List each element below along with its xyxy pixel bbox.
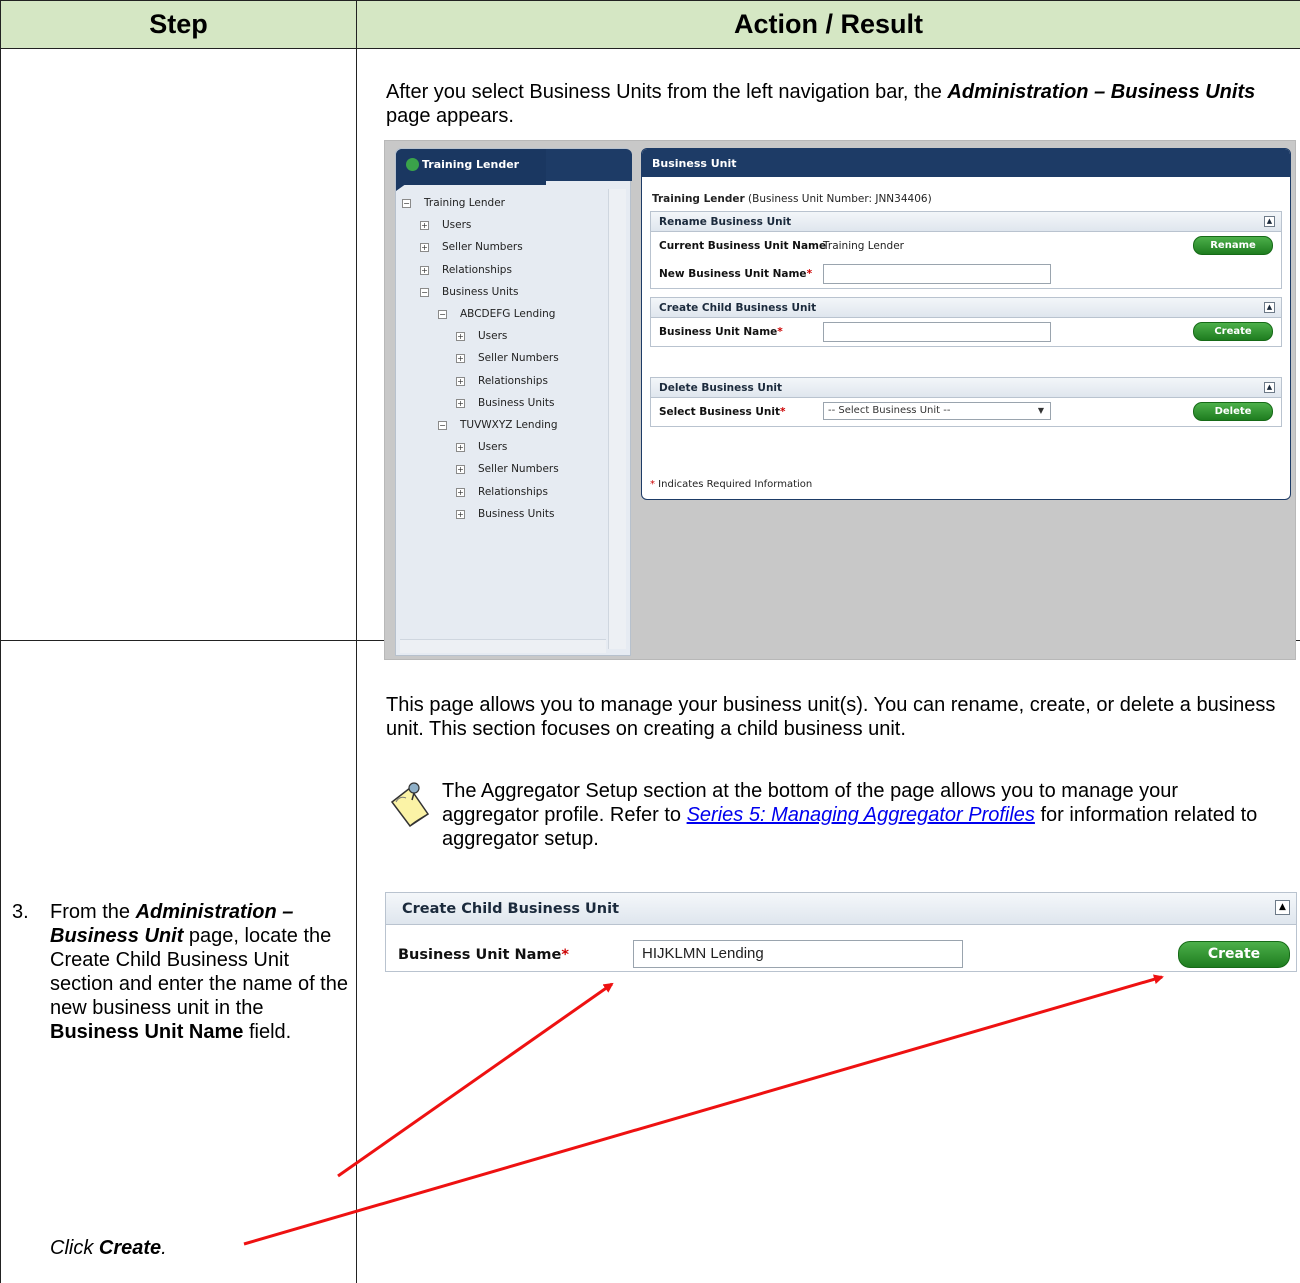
tree-item-label: Users xyxy=(442,219,471,231)
step-3-number: 3. xyxy=(12,900,29,924)
action-column-header: Action / Result xyxy=(357,1,1300,49)
expand-icon[interactable]: + xyxy=(456,332,465,341)
tree-item[interactable]: − ABCDEFG Lending xyxy=(438,308,555,320)
collapse-icon[interactable]: ▲ xyxy=(1275,900,1290,915)
step-column-header: Step xyxy=(1,1,357,49)
tree-item[interactable]: − TUVWXYZ Lending xyxy=(438,419,557,431)
business-unit-select[interactable]: -- Select Business Unit --▼ xyxy=(823,402,1051,420)
collapse-icon[interactable]: ▲ xyxy=(1264,216,1275,227)
step-3-instructions: From the Administration – Business Unit … xyxy=(50,900,350,1044)
tree-item[interactable]: + Business Units xyxy=(456,397,554,409)
expand-icon[interactable]: + xyxy=(456,465,465,474)
tree-item-label: Business Units xyxy=(442,286,518,298)
tree-item[interactable]: + Seller Numbers xyxy=(456,352,559,364)
current-name-label: Current Business Unit Name xyxy=(659,240,826,252)
tree-item-label: Relationships xyxy=(478,486,548,498)
delete-section-heading: Delete Business Unit xyxy=(659,382,782,394)
tree-item[interactable]: + Seller Numbers xyxy=(456,463,559,475)
tree-item-label: Seller Numbers xyxy=(478,352,559,364)
expand-icon[interactable]: + xyxy=(456,399,465,408)
step-cell-empty xyxy=(1,49,357,641)
tree-item-label: Users xyxy=(478,330,507,342)
create-child-screenshot: Create Child Business Unit ▲ Business Un… xyxy=(385,892,1297,972)
intro-paragraph: After you select Business Units from the… xyxy=(386,80,1281,128)
collapse-icon[interactable]: − xyxy=(438,310,447,319)
business-unit-panel: Business Unit Training Lender (Business … xyxy=(641,148,1291,500)
tree-item[interactable]: − Training Lender xyxy=(402,197,505,209)
tree-item[interactable]: + Relationships xyxy=(456,375,548,387)
delete-section: Delete Business Unit ▲ Select Business U… xyxy=(650,377,1282,427)
overview-paragraph: This page allows you to manage your busi… xyxy=(386,693,1281,741)
tree-item-label: Relationships xyxy=(442,264,512,276)
tree-item[interactable]: + Relationships xyxy=(456,486,548,498)
expand-icon[interactable]: + xyxy=(456,510,465,519)
tree-item[interactable]: + Users xyxy=(456,330,507,342)
aggregator-note: The Aggregator Setup section at the bott… xyxy=(442,779,1262,851)
refresh-logo-icon xyxy=(406,158,419,171)
tree-item-label: TUVWXYZ Lending xyxy=(460,419,557,431)
current-name-value: Training Lender xyxy=(823,240,904,252)
tree-item-label: ABCDEFG Lending xyxy=(460,308,555,320)
create-section: Create Child Business Unit ▲ Business Un… xyxy=(650,297,1282,347)
business-unit-name-label: Business Unit Name xyxy=(398,947,561,963)
expand-icon[interactable]: + xyxy=(420,221,429,230)
required-info-note: * Indicates Required Information xyxy=(650,479,812,490)
collapse-icon[interactable]: − xyxy=(420,288,429,297)
step-3-click-instruction: Click Create. xyxy=(50,1236,167,1260)
panel-title: Business Unit xyxy=(652,157,737,170)
new-name-label: New Business Unit Name xyxy=(659,268,807,280)
tree-item-label: Seller Numbers xyxy=(478,463,559,475)
expand-icon[interactable]: + xyxy=(420,266,429,275)
tree-item-label: Training Lender xyxy=(424,197,505,209)
create-section-heading: Create Child Business Unit xyxy=(659,302,816,314)
business-unit-name-input[interactable]: HIJKLMN Lending xyxy=(633,940,963,968)
tree-item[interactable]: + Seller Numbers xyxy=(420,241,523,253)
business-unit-name-input[interactable] xyxy=(823,322,1051,342)
tree-item-label: Business Units xyxy=(478,397,554,409)
chevron-down-icon: ▼ xyxy=(1038,406,1044,415)
expand-icon[interactable]: + xyxy=(456,377,465,386)
expand-icon[interactable]: + xyxy=(456,354,465,363)
collapse-icon[interactable]: − xyxy=(402,199,411,208)
select-business-unit-label: Select Business Unit xyxy=(659,406,780,418)
delete-button[interactable]: Delete xyxy=(1193,402,1273,421)
tree-item-label: Relationships xyxy=(478,375,548,387)
collapse-icon[interactable]: ▲ xyxy=(1264,302,1275,313)
collapse-icon[interactable]: − xyxy=(438,421,447,430)
rename-button[interactable]: Rename xyxy=(1193,236,1273,255)
lender-info: Training Lender (Business Unit Number: J… xyxy=(652,193,932,205)
expand-icon[interactable]: + xyxy=(420,243,429,252)
rename-section-heading: Rename Business Unit xyxy=(659,216,791,228)
business-unit-name-label: Business Unit Name xyxy=(659,326,777,338)
business-unit-screenshot: Training Lender − Training Lender + Users + S… xyxy=(384,140,1296,660)
tree-horizontal-scrollbar[interactable] xyxy=(400,639,606,653)
collapse-icon[interactable]: ▲ xyxy=(1264,382,1275,393)
expand-icon[interactable]: + xyxy=(456,443,465,452)
navigation-tree-panel: Training Lender − Training Lender + Users + S… xyxy=(395,148,631,656)
tree-vertical-scrollbar[interactable] xyxy=(608,189,626,649)
tree-item[interactable]: + Relationships xyxy=(420,264,512,276)
new-name-input[interactable] xyxy=(823,264,1051,284)
note-pad-icon xyxy=(388,780,432,828)
tree-item[interactable]: − Business Units xyxy=(420,286,518,298)
tree-item-label: Business Units xyxy=(478,508,554,520)
tree-item[interactable]: + Business Units xyxy=(456,508,554,520)
create-button[interactable]: Create xyxy=(1193,322,1273,341)
series-5-link[interactable]: Series 5: Managing Aggregator Profiles xyxy=(687,804,1035,826)
tree-item-label: Users xyxy=(478,441,507,453)
create-button[interactable]: Create xyxy=(1178,941,1290,968)
tree-item[interactable]: + Users xyxy=(456,441,507,453)
tree-title: Training Lender xyxy=(422,158,519,171)
rename-section: Rename Business Unit ▲ Current Business … xyxy=(650,211,1282,289)
tree-item-label: Seller Numbers xyxy=(442,241,523,253)
tree-item[interactable]: + Users xyxy=(420,219,471,231)
expand-icon[interactable]: + xyxy=(456,488,465,497)
create-section-heading: Create Child Business Unit xyxy=(402,901,619,917)
